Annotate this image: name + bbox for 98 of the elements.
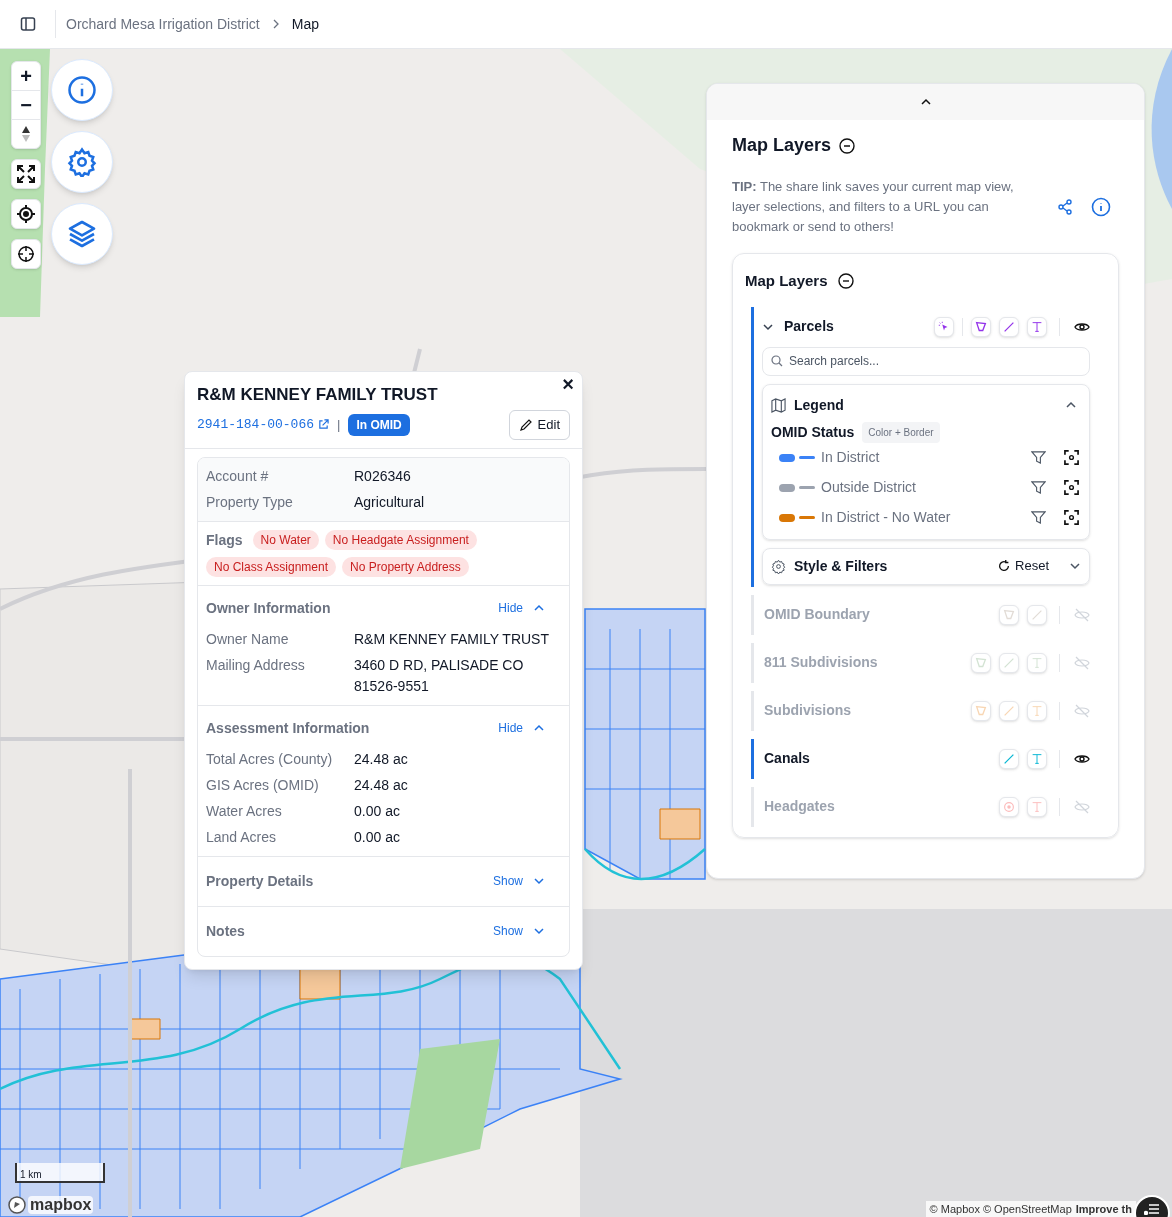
parcel-id-link[interactable]: 2941-184-00-066: [197, 415, 330, 435]
field-value: 0.00 ac: [354, 801, 401, 821]
edit-button[interactable]: Edit: [508, 410, 570, 440]
field-value: R026346: [354, 466, 412, 486]
external-link-icon: [318, 419, 330, 431]
text-icon: [1030, 751, 1044, 766]
legend-field-label: OMID Status: [771, 422, 855, 442]
separator-text: |: [337, 416, 341, 434]
search-icon: [771, 354, 783, 367]
field-value: 3460 D RD, PALISADE CO 81526-9551: [354, 655, 525, 696]
mapbox-logo: mapbox: [28, 1196, 94, 1214]
compass-icon: [21, 125, 31, 143]
collapse-icon[interactable]: [837, 273, 854, 290]
locate-icon: [17, 205, 35, 223]
text-icon: [1030, 799, 1044, 814]
field-label: Property Type: [206, 492, 294, 512]
select-tool-button[interactable]: [934, 316, 954, 337]
crosshair-button[interactable]: [11, 239, 41, 269]
filter-icon[interactable]: [1031, 510, 1046, 525]
zoom-out-button[interactable]: −: [12, 91, 40, 120]
crosshair-icon: [17, 245, 35, 263]
panel-heading: Map Layers: [745, 271, 828, 291]
section-title: Notes: [206, 921, 245, 941]
share-icon[interactable]: [1057, 199, 1073, 215]
sidebar-toggle-icon[interactable]: [19, 16, 36, 32]
reset-button[interactable]: Reset: [997, 556, 1049, 576]
collapse-icon[interactable]: [839, 137, 856, 154]
text-tool-button[interactable]: [1027, 316, 1047, 337]
list-icon: [1144, 1203, 1160, 1215]
map-icon: [771, 397, 786, 413]
reset-icon: [997, 559, 1012, 573]
legend-title: Legend: [794, 395, 844, 415]
zoom-in-button[interactable]: +: [12, 62, 40, 91]
flag-tag: No Headgate Assignment: [324, 530, 477, 550]
legend-label: In District: [821, 448, 880, 467]
legend-label: Outside District: [821, 478, 916, 497]
layers-icon: [66, 218, 98, 250]
pencil-icon: [518, 417, 533, 432]
panel-heading: Map Layers: [732, 134, 832, 157]
section-title: Assessment Information: [206, 718, 370, 738]
focus-icon[interactable]: [1064, 450, 1079, 465]
search-field[interactable]: Search parcels...: [762, 346, 1090, 376]
field-value: 24.48 ac: [354, 749, 409, 769]
line-swatch: [799, 516, 815, 519]
text-icon: [1030, 319, 1044, 334]
fullscreen-button[interactable]: [11, 159, 41, 189]
attribution-text: © Mapbox © OpenStreetMap: [929, 1201, 1072, 1217]
settings-icon: [67, 147, 97, 177]
geolocate-button[interactable]: [11, 199, 41, 229]
flag-tag: No Water: [252, 530, 319, 550]
field-label: Water Acres: [206, 801, 283, 821]
field-label: Mailing Address: [206, 655, 306, 675]
scale-bar: 1 km: [15, 1163, 105, 1183]
field-label: Land Acres: [206, 827, 278, 847]
improve-map-link[interactable]: Improve th: [1075, 1200, 1132, 1217]
flags-label: Flags: [206, 530, 243, 550]
info-icon[interactable]: [1091, 197, 1111, 217]
section-toggle[interactable]: Hide: [498, 719, 545, 737]
section-toggle[interactable]: Show: [492, 872, 545, 890]
line-swatch: [799, 486, 815, 489]
mapbox-logo-icon: [8, 1196, 26, 1214]
layer-name[interactable]: Parcels: [784, 316, 834, 337]
text-icon: [1030, 655, 1044, 670]
field-label: Total Acres (County): [206, 749, 334, 769]
flag-tag: No Class Assignment: [206, 556, 337, 577]
style-filters-title: Style & Filters: [794, 556, 888, 576]
chevron-right-icon: [271, 19, 280, 29]
layer-name[interactable]: 811 Subdivisions: [762, 652, 878, 673]
expand-icon: [17, 165, 35, 183]
focus-icon[interactable]: [1064, 480, 1079, 495]
line-swatch: [799, 456, 815, 459]
status-badge: In OMID: [348, 413, 410, 436]
field-value: R&M KENNEY FAMILY TRUST: [354, 629, 550, 649]
field-value: 0.00 ac: [354, 827, 401, 847]
field-label: Owner Name: [206, 629, 290, 649]
flag-tag: No Property Address: [342, 556, 469, 577]
field-value: Agricultural: [354, 492, 426, 512]
field-label: Account #: [206, 466, 270, 486]
field-label: GIS Acres (OMID): [206, 775, 320, 795]
tip-text: TIP: The share link saves your current map view, layer selections, and filters to a URL you can bookmark or send to others!: [732, 178, 1015, 236]
popup-title: R&M KENNEY FAMILY TRUST: [197, 384, 439, 406]
field-value: 24.48 ac: [354, 775, 409, 795]
section-toggle[interactable]: Show: [492, 922, 545, 940]
filter-icon[interactable]: [1031, 450, 1046, 465]
section-toggle[interactable]: Hide: [498, 599, 545, 617]
info-icon: [67, 75, 97, 105]
filter-icon[interactable]: [1031, 480, 1046, 495]
text-icon: [1030, 703, 1044, 718]
mode-tag: Color + Border: [862, 421, 940, 443]
section-title: Property Details: [206, 871, 314, 891]
legend-label: In District - No Water: [821, 508, 951, 527]
focus-icon[interactable]: [1064, 510, 1079, 525]
breadcrumb-current[interactable]: Map: [291, 13, 319, 35]
breadcrumb-link[interactable]: Orchard Mesa Irrigation District: [66, 13, 260, 35]
section-title: Owner Information: [206, 598, 331, 618]
layer-name[interactable]: Canals: [762, 748, 810, 769]
close-button[interactable]: ×: [562, 374, 574, 394]
gear-icon: [771, 558, 786, 574]
